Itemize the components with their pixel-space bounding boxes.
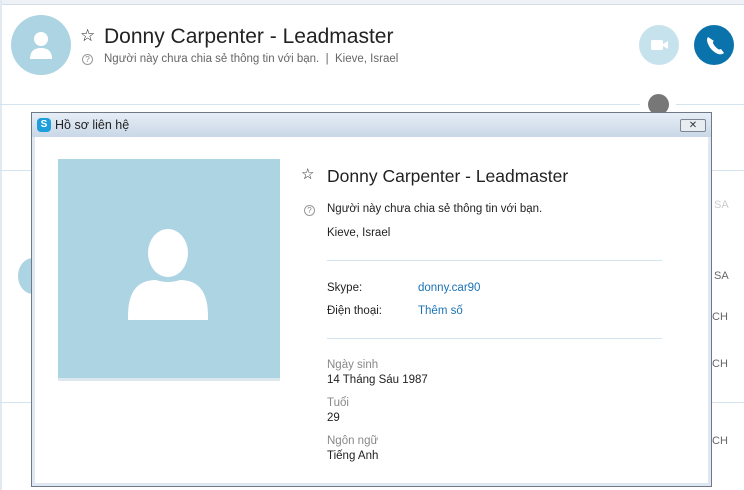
dialog-content: ☆ Donny Carpenter - Leadmaster ? Người n… [35,137,708,483]
contact-profile-dialog: S Hồ sơ liên hệ ✕ ☆ Donny Carpenter - Le… [31,112,712,487]
favorite-star-icon[interactable]: ☆ [301,165,314,183]
birthday-label: Ngày sinh [327,359,379,371]
contact-name: Donny Carpenter - Leadmaster [104,25,394,48]
birthday-value: 14 Tháng Sáu 1987 [327,374,428,386]
age-label: Tuổi [327,397,349,409]
top-bar [0,0,744,5]
skype-logo-icon: S [37,118,51,132]
profile-name: Donny Carpenter - Leadmaster [327,166,569,186]
call-button[interactable] [694,25,734,65]
favorite-star-icon[interactable]: ☆ [80,26,95,46]
status-text: Người này chưa chia sẻ thông tin với bạn… [104,53,320,65]
profile-location: Kieve, Israel [327,227,391,239]
video-icon [651,40,668,50]
left-border [0,0,2,490]
divider [676,104,744,105]
avatar[interactable] [11,15,71,75]
skype-id-link[interactable]: donny.car90 [418,282,480,294]
help-icon: ? [82,54,93,65]
age-value: 29 [327,412,340,424]
time-label: SA [714,270,729,282]
profile-photo [58,159,280,381]
time-label: CH [712,311,728,323]
phone-icon [707,37,724,55]
person-icon [30,32,52,59]
video-call-button[interactable] [639,25,679,65]
language-label: Ngôn ngữ [327,435,379,447]
close-button[interactable]: ✕ [680,119,706,132]
time-label: CH [712,358,728,370]
divider [327,260,662,261]
phone-label: Điện thoại: [327,305,382,317]
add-phone-link[interactable]: Thêm số [418,305,463,317]
skype-label: Skype: [327,282,363,294]
language-value: Tiếng Anh [327,450,379,462]
time-label: SA [714,199,729,211]
dialog-title: Hồ sơ liên hệ [55,118,130,132]
divider [327,338,662,339]
time-label: CH [712,435,728,447]
divider [0,104,640,105]
profile-status: Người này chưa chia sẻ thông tin với bạn… [327,203,543,215]
person-icon [128,229,208,320]
contact-status: Người này chưa chia sẻ thông tin với bạn… [104,53,399,65]
help-icon: ? [304,205,315,216]
location-text: Kieve, Israel [335,53,399,65]
dialog-titlebar[interactable]: S Hồ sơ liên hệ ✕ [32,113,711,137]
